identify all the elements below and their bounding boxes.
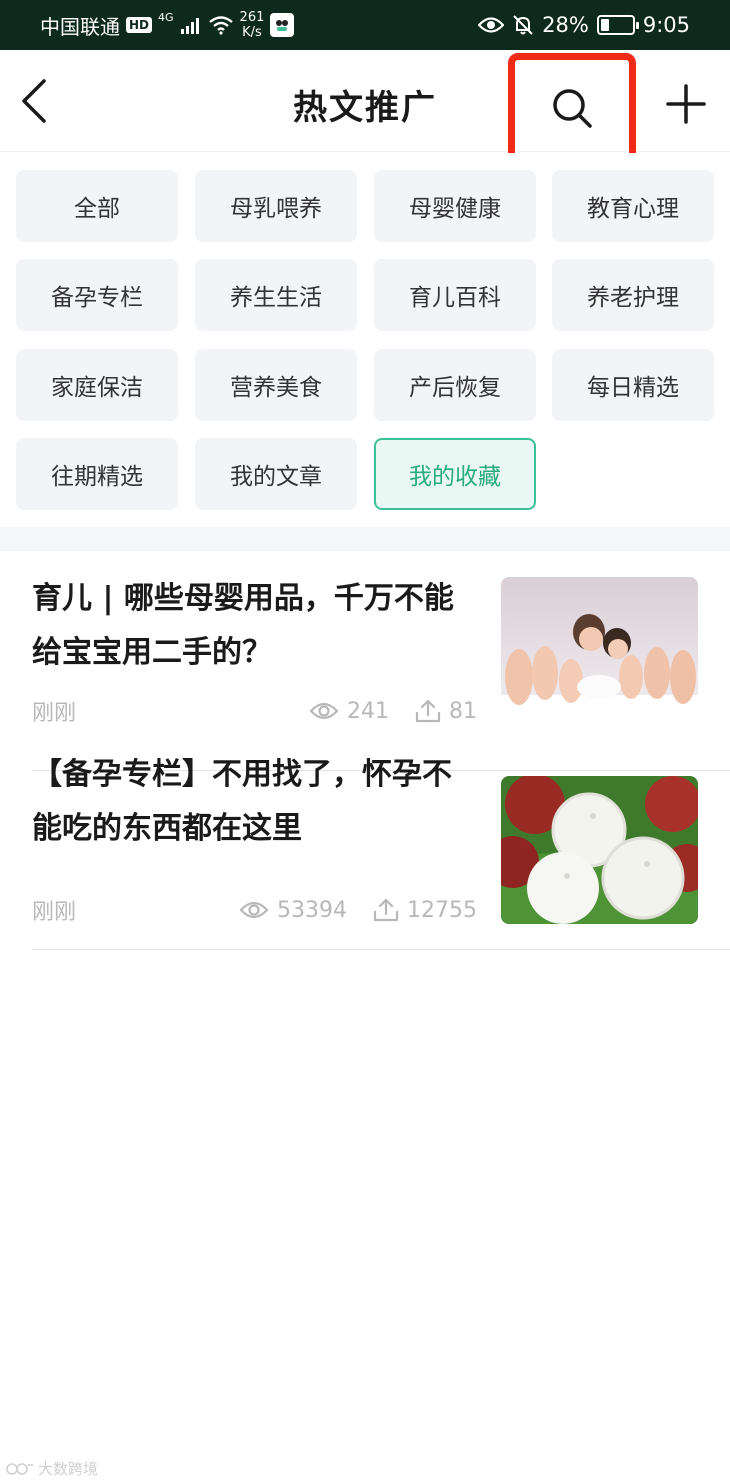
category-chip-elder-care[interactable]: 养老护理 [552,259,714,331]
status-bar-left: 中国联通 HD 4G 261 K/s [40,0,295,50]
category-chip-all[interactable]: 全部 [16,170,178,242]
wifi-icon [208,16,233,35]
battery-percent: 28% [542,13,589,37]
plus-icon [666,84,706,124]
search-button[interactable] [508,53,636,163]
category-chip-postpartum-recovery[interactable]: 产后恢复 [374,349,536,421]
article-thumbnail [501,577,698,723]
share-count-value: 81 [449,698,477,724]
article-card[interactable]: 育儿 | 哪些母婴用品，千万不能给宝宝用二手的？ 刚刚 241 81 [32,572,730,771]
category-chip-home-cleaning[interactable]: 家庭保洁 [16,349,178,421]
battery-icon [596,15,639,35]
category-chip-wellness-life[interactable]: 养生生活 [195,259,357,331]
category-chip-breastfeeding[interactable]: 母乳喂养 [195,170,357,242]
category-chip-my-articles[interactable]: 我的文章 [195,438,357,510]
share-icon [415,699,441,723]
article-time: 刚刚 [32,701,77,726]
category-chip-education-psychology[interactable]: 教育心理 [552,170,714,242]
watermark-logo-icon [6,1462,33,1475]
view-count-value: 241 [347,698,389,724]
view-count-value: 53394 [277,897,347,923]
eye-icon [478,17,505,33]
top-nav-bar: 热文推广 [0,50,730,163]
article-card[interactable]: 【备孕专栏】不用找了，怀孕不能吃的东西都在这里 刚刚 53394 12755 [32,751,730,950]
net-speed-unit: K/s [242,25,262,40]
article-title: 【备孕专栏】不用找了，怀孕不能吃的东西都在这里 [32,757,452,846]
signal-icon [180,18,199,34]
category-chip-past-picks[interactable]: 往期精选 [16,438,178,510]
category-chip-nutrition-food[interactable]: 营养美食 [195,349,357,421]
section-divider [0,527,730,551]
view-count: 241 [309,699,389,724]
watermark-text: 大数跨境 [38,1460,99,1478]
share-count: 12755 [373,898,477,923]
clock: 9:05 [642,13,690,37]
app-notification-icon [270,13,295,37]
battery-fill [600,19,609,31]
net-speed: 261 K/s [240,10,265,40]
category-chip-pregnancy-prep[interactable]: 备孕专栏 [16,259,178,331]
add-button[interactable] [660,78,712,130]
article-title: 育儿 | 哪些母婴用品，千万不能给宝宝用二手的？ [32,581,454,670]
net-speed-value: 261 [239,10,265,25]
category-chip-parenting-encyclopedia[interactable]: 育儿百科 [374,259,536,331]
article-time: 刚刚 [32,900,77,925]
article-thumbnail [501,776,698,924]
eye-icon [239,901,269,919]
eye-icon [309,702,339,720]
family-feet-photo [501,577,698,723]
category-chip-maternal-health[interactable]: 母婴健康 [374,170,536,242]
category-chip-my-favorites[interactable]: 我的收藏 [374,438,536,510]
category-grid: 全部 母乳喂养 母婴健康 教育心理 备孕专栏 养生生活 育儿百科 养老护理 家庭… [0,153,730,527]
category-chip-daily-picks[interactable]: 每日精选 [552,349,714,421]
watermark: 大数跨境 [6,1458,98,1479]
carrier-name: 中国联通 [40,14,120,39]
share-count-value: 12755 [407,897,477,923]
hd-badge: HD [126,17,153,33]
share-icon [373,898,399,922]
share-count: 81 [415,699,477,724]
search-icon [553,89,592,128]
lychee-photo [501,776,698,924]
bell-off-icon [513,15,533,35]
article-meta: 刚刚 241 81 [32,696,477,727]
article-meta: 刚刚 53394 12755 [32,895,477,926]
status-bar-right: 28% 9:05 [478,0,690,50]
network-type: 4G [158,10,174,24]
status-bar: 中国联通 HD 4G 261 K/s 28% 9:05 [0,0,730,50]
view-count: 53394 [239,898,347,923]
